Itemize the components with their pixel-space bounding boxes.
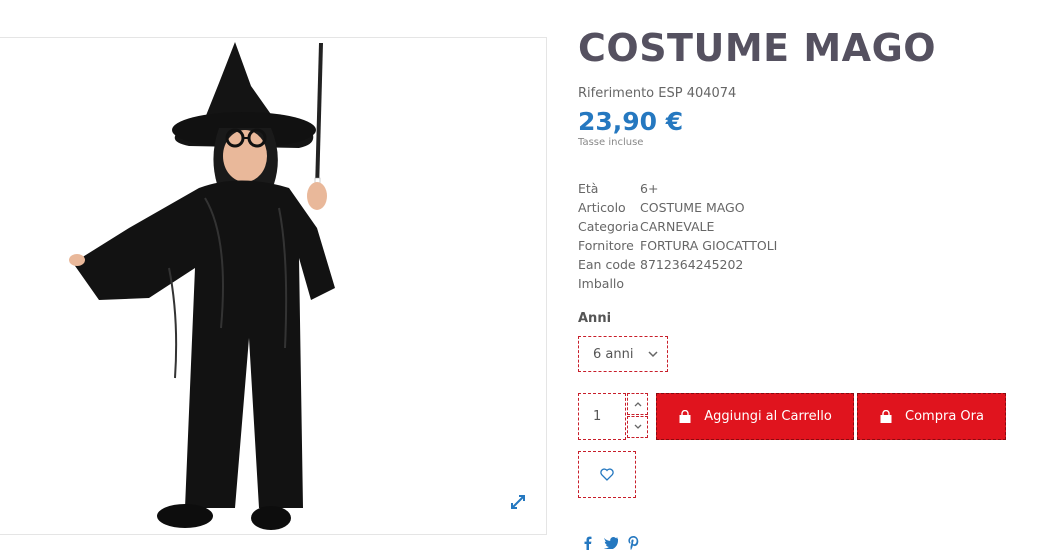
chevron-down-icon — [648, 351, 658, 358]
quantity-increase-button[interactable] — [627, 393, 648, 415]
spec-value: 8712364245202 — [640, 257, 744, 272]
social-share — [580, 535, 641, 550]
chevron-up-icon — [634, 402, 641, 407]
add-to-cart-label: Aggiungi al Carrello — [704, 409, 832, 424]
spec-row: Fornitore FORTURA GIOCATTOLI — [578, 236, 777, 255]
spec-key: Ean code — [578, 257, 636, 272]
spec-row: Imballo — [578, 274, 777, 293]
spec-key: Imballo — [578, 276, 625, 291]
shopping-bag-icon — [880, 409, 892, 423]
facebook-icon[interactable] — [580, 535, 595, 550]
quantity-value: 1 — [593, 409, 602, 424]
spec-key: Età — [578, 181, 599, 196]
spec-row: Categoria CARNEVALE — [578, 217, 777, 236]
wishlist-button[interactable] — [578, 451, 636, 498]
chevron-down-icon — [634, 424, 641, 429]
tax-note: Tasse incluse — [578, 137, 644, 148]
expand-icon[interactable] — [510, 494, 526, 510]
spec-value: COSTUME MAGO — [640, 200, 745, 215]
quantity-decrease-button[interactable] — [627, 416, 648, 438]
shopping-bag-icon — [679, 409, 691, 423]
wizard-costume-illustration — [69, 42, 335, 530]
buy-now-button[interactable]: Compra Ora — [857, 393, 1006, 440]
product-specs: Età 6+ Articolo COSTUME MAGO Categoria C… — [578, 179, 777, 293]
variant-label: Anni — [578, 311, 612, 326]
buy-now-label: Compra Ora — [905, 409, 984, 424]
spec-value: FORTURA GIOCATTOLI — [640, 238, 778, 253]
spec-value: CARNEVALE — [640, 219, 715, 234]
pinterest-icon[interactable] — [626, 535, 641, 550]
add-to-cart-button[interactable]: Aggiungi al Carrello — [656, 393, 854, 440]
spec-value: 6+ — [640, 181, 659, 196]
spec-row: Ean code 8712364245202 — [578, 255, 777, 274]
spec-key: Articolo — [578, 200, 626, 215]
spec-key: Fornitore — [578, 238, 634, 253]
spec-row: Articolo COSTUME MAGO — [578, 198, 777, 217]
quantity-input[interactable]: 1 — [578, 393, 626, 440]
product-title: COSTUME MAGO — [578, 26, 937, 70]
spec-row: Età 6+ — [578, 179, 777, 198]
product-image[interactable] — [0, 37, 547, 535]
spec-key: Categoria — [578, 219, 639, 234]
heart-icon — [600, 468, 614, 481]
twitter-icon[interactable] — [603, 535, 618, 550]
product-reference: Riferimento ESP 404074 — [578, 86, 737, 101]
age-select-value: 6 anni — [593, 346, 634, 362]
age-select[interactable]: 6 anni — [578, 336, 668, 372]
product-price: 23,90 € — [578, 107, 684, 136]
